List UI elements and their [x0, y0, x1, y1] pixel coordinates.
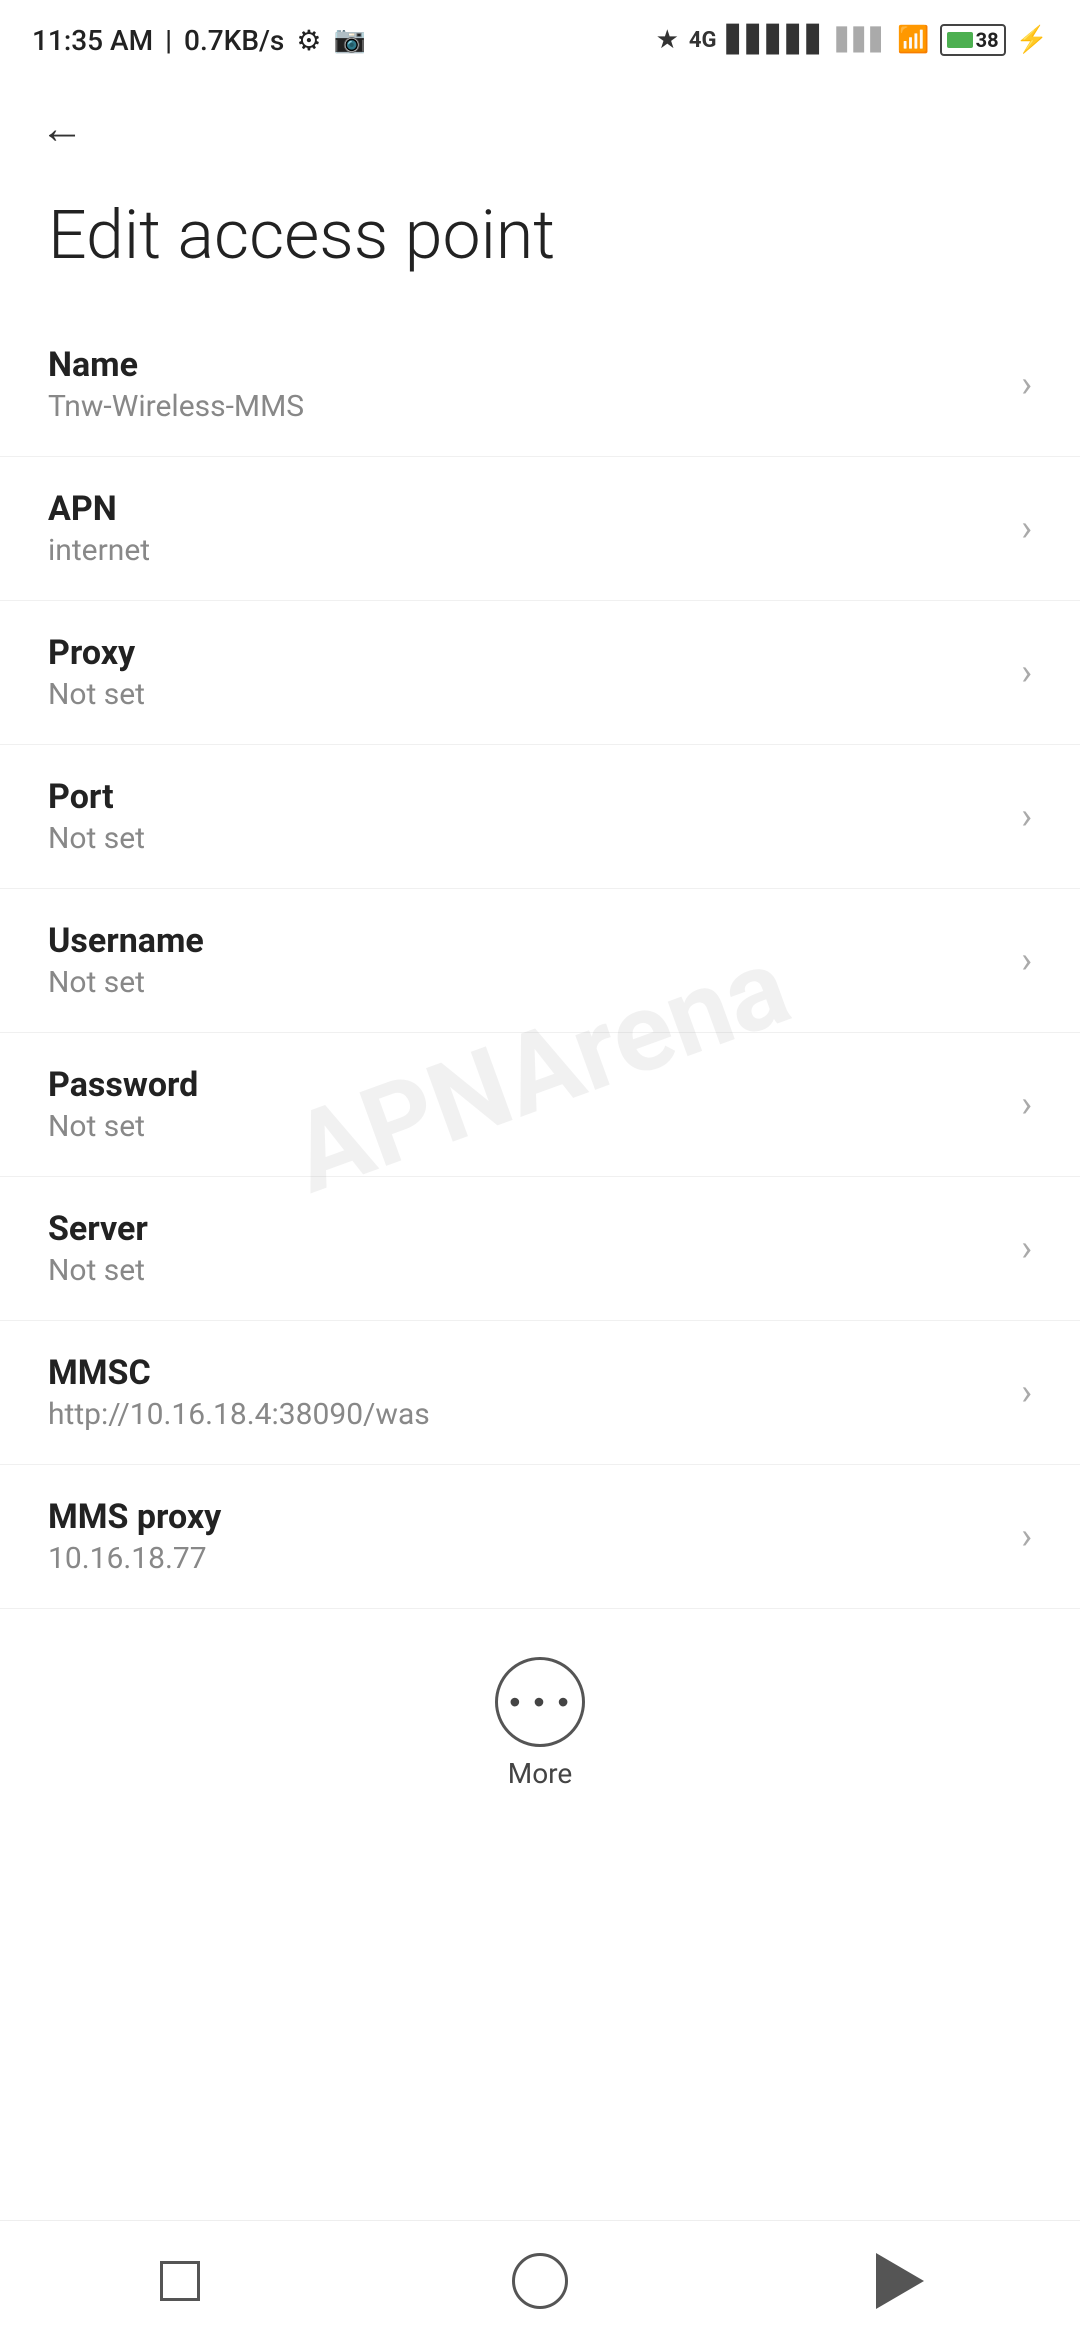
top-nav: ← — [0, 72, 1080, 178]
battery-fill — [947, 32, 973, 48]
settings-list: Name Tnw-Wireless-MMS › APN internet › Proxy No… — [0, 313, 1080, 1609]
back-arrow-icon: ← — [40, 104, 84, 154]
field-value-port: Not set — [48, 821, 1005, 856]
chevron-right-icon: › — [1021, 939, 1032, 981]
navigation-bar — [0, 2220, 1080, 2340]
field-label-username: Username — [48, 921, 1005, 961]
chevron-right-icon: › — [1021, 795, 1032, 837]
charging-icon: ⚡ — [1016, 25, 1048, 55]
settings-item-content: MMSC http://10.16.18.4:38090/was — [48, 1353, 1005, 1432]
speed: | — [165, 24, 172, 57]
battery-indicator: 38 — [940, 24, 1006, 56]
settings-item[interactable]: Username Not set › — [0, 889, 1080, 1033]
field-label-mms-proxy: MMS proxy — [48, 1497, 1005, 1537]
chevron-right-icon: › — [1021, 1371, 1032, 1413]
home-icon — [512, 2253, 568, 2309]
more-dots-icon: • • • — [509, 1686, 570, 1718]
settings-item-content: Password Not set — [48, 1065, 1005, 1144]
video-icon: 📷 — [333, 25, 365, 55]
more-label: More — [508, 1757, 573, 1790]
settings-item-content: MMS proxy 10.16.18.77 — [48, 1497, 1005, 1576]
field-value-mms-proxy: 10.16.18.77 — [48, 1541, 1005, 1576]
chevron-right-icon: › — [1021, 507, 1032, 549]
settings-item[interactable]: MMS proxy 10.16.18.77 › — [0, 1465, 1080, 1609]
field-value-mmsc: http://10.16.18.4:38090/was — [48, 1397, 1005, 1432]
chevron-right-icon: › — [1021, 1515, 1032, 1557]
chevron-right-icon: › — [1021, 1083, 1032, 1125]
signal-bars-icon: ▋▋▋▋▋ — [727, 25, 827, 55]
back-nav-button[interactable] — [840, 2241, 960, 2321]
status-bar: 11:35 AM | 0.7KB/s ⚙ 📷 ★ 4G ▋▋▋▋▋ ▋▋▋ 📶 … — [0, 0, 1080, 72]
back-nav-icon — [876, 2253, 924, 2309]
chevron-right-icon: › — [1021, 363, 1032, 405]
settings-item-content: Proxy Not set — [48, 633, 1005, 712]
network-speed: 0.7KB/s — [184, 24, 284, 57]
page-title: Edit access point — [0, 178, 1080, 313]
back-button[interactable]: ← — [32, 96, 92, 162]
chevron-right-icon: › — [1021, 651, 1032, 693]
home-button[interactable] — [480, 2241, 600, 2321]
field-value-name: Tnw-Wireless-MMS — [48, 389, 1005, 424]
field-label-password: Password — [48, 1065, 1005, 1105]
field-label-server: Server — [48, 1209, 1005, 1249]
battery-percent: 38 — [976, 28, 999, 52]
recent-apps-button[interactable] — [120, 2241, 240, 2321]
field-label-apn: APN — [48, 489, 1005, 529]
settings-item-content: Username Not set — [48, 921, 1005, 1000]
settings-item[interactable]: Password Not set › — [0, 1033, 1080, 1177]
settings-item[interactable]: Name Tnw-Wireless-MMS › — [0, 313, 1080, 457]
field-value-apn: internet — [48, 533, 1005, 568]
settings-item-content: Name Tnw-Wireless-MMS — [48, 345, 1005, 424]
field-value-proxy: Not set — [48, 677, 1005, 712]
field-value-password: Not set — [48, 1109, 1005, 1144]
status-left: 11:35 AM | 0.7KB/s ⚙ 📷 — [32, 24, 366, 57]
more-button[interactable]: • • • — [495, 1657, 585, 1747]
field-label-proxy: Proxy — [48, 633, 1005, 673]
bottom-more: • • • More — [0, 1625, 1080, 1822]
field-label-mmsc: MMSC — [48, 1353, 1005, 1393]
settings-item[interactable]: APN internet › — [0, 457, 1080, 601]
field-label-name: Name — [48, 345, 1005, 385]
settings-item-content: APN internet — [48, 489, 1005, 568]
signal-4g-icon: 4G — [689, 28, 717, 53]
chevron-right-icon: › — [1021, 1227, 1032, 1269]
field-value-username: Not set — [48, 965, 1005, 1000]
time: 11:35 AM — [32, 24, 153, 57]
bluetooth-icon: ★ — [656, 25, 679, 55]
settings-item-content: Server Not set — [48, 1209, 1005, 1288]
field-value-server: Not set — [48, 1253, 1005, 1288]
recent-apps-icon — [160, 2261, 200, 2301]
settings-icon: ⚙ — [296, 24, 321, 57]
wifi-icon: 📶 — [897, 25, 929, 55]
field-label-port: Port — [48, 777, 1005, 817]
signal-bars2-icon: ▋▋▋ — [837, 28, 888, 53]
settings-item-content: Port Not set — [48, 777, 1005, 856]
settings-item[interactable]: Proxy Not set › — [0, 601, 1080, 745]
settings-item[interactable]: Port Not set › — [0, 745, 1080, 889]
content-area: APNArena Edit access point NameTnw-Wirel… — [0, 178, 1080, 1962]
status-right: ★ 4G ▋▋▋▋▋ ▋▋▋ 📶 38 ⚡ — [656, 24, 1048, 56]
settings-item[interactable]: Server Not set › — [0, 1177, 1080, 1321]
settings-item[interactable]: MMSC http://10.16.18.4:38090/was › — [0, 1321, 1080, 1465]
